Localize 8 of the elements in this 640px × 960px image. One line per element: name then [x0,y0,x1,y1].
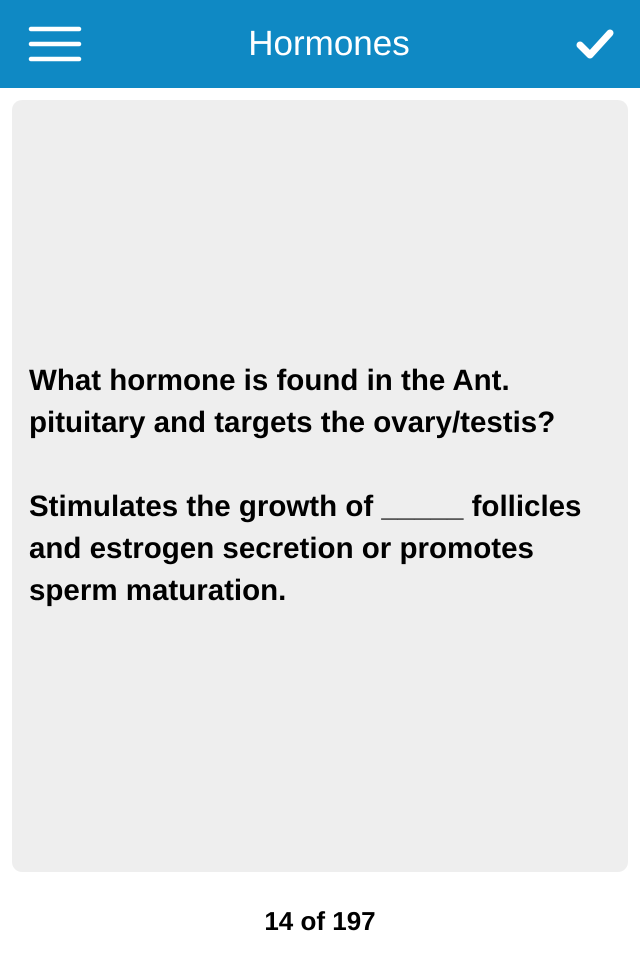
card-counter: 14 of 197 [264,906,376,937]
card-text: Stimulates the growth of _____ follicles and estrogen secretion or promotes sperm maturation. [29,489,582,609]
screen-title: Hormones [248,24,410,64]
menu-icon [28,25,82,63]
menu-button[interactable] [28,25,82,63]
card-text: What hormone is found in the Ant. pituitary and targets the ovary/testis? [29,363,556,441]
checkmark-icon [576,29,614,59]
done-button[interactable] [576,29,614,59]
